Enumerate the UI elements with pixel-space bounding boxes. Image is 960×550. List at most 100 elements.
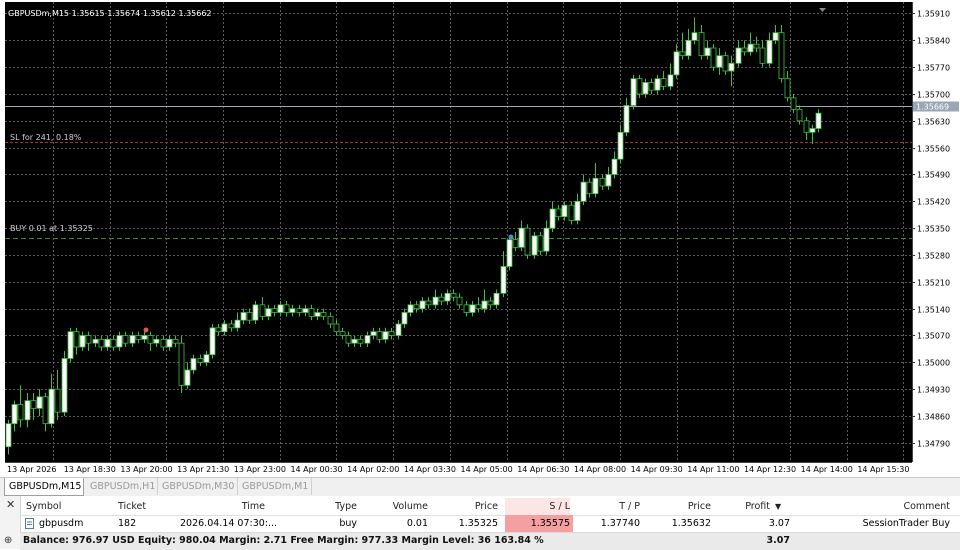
candle-body — [741, 47, 748, 53]
candle-body — [716, 55, 723, 68]
buy-label: BUY 0.01 at 1.35325 — [10, 224, 93, 233]
chart-tabs: GBPUSDm,M15 GBPUSDm,H1 GBPUSDm,M30 GBPUS… — [0, 477, 960, 497]
candle-body — [48, 388, 55, 425]
col-time[interactable]: Time — [170, 498, 265, 515]
candle-body — [376, 331, 383, 340]
cell-comment: SessionTrader Buy — [862, 518, 950, 529]
col-price[interactable]: Price — [440, 498, 498, 515]
x-tick-label: 13 Apr 18:30 — [64, 465, 116, 474]
cell-profit: 3.07 — [768, 518, 790, 529]
y-tick-label: 1.35210 — [917, 279, 950, 288]
candle-body — [85, 335, 92, 344]
chart-plot-area — [5, 2, 912, 462]
y-tick-label: 1.34930 — [917, 386, 950, 395]
y-tick-label: 1.35630 — [917, 118, 950, 127]
candle-body — [166, 338, 173, 348]
x-tick-label: 14 Apr 05:00 — [461, 465, 513, 474]
candle-body — [209, 327, 216, 356]
tab-gbpusdm-m1[interactable]: GBPUSDm,M1 — [238, 478, 312, 495]
price-chart[interactable]: 1.35910 1.35840 1.35770 1.35700 1.35630 1.355… — [0, 0, 960, 477]
cell-sl[interactable]: 1.35575 — [505, 515, 573, 532]
cell-tp[interactable]: 1.37740 — [575, 515, 640, 532]
candle-body — [481, 300, 488, 310]
chart-canvas[interactable]: 1.35910 1.35840 1.35770 1.35700 1.35630 1.355… — [0, 0, 960, 477]
position-row[interactable]: gbpusdm 182 2026.04.14 07:30:... buy 0.0… — [20, 515, 960, 532]
col-price-current[interactable]: Price — [645, 498, 711, 515]
candle-body — [555, 208, 562, 218]
candle-body — [679, 51, 686, 57]
candle-body — [728, 62, 735, 72]
col-tp[interactable]: T / P — [575, 498, 640, 515]
trade-marker — [143, 327, 149, 333]
col-ticket[interactable]: Ticket — [118, 498, 158, 515]
col-volume[interactable]: Volume — [370, 498, 428, 515]
col-profit[interactable]: Profit — [720, 498, 770, 515]
x-tick-label: 14 Apr 11:00 — [687, 465, 739, 474]
y-tick-label: 1.35280 — [917, 252, 950, 261]
candle-body — [265, 308, 272, 317]
candle-body — [654, 78, 661, 91]
candle-body — [240, 312, 247, 321]
candle-body — [283, 304, 290, 313]
candle-body — [419, 300, 426, 310]
cell-symbol: gbpusdm — [39, 518, 84, 529]
y-tick-label: 1.35490 — [917, 171, 950, 180]
candle-body — [487, 300, 494, 306]
cell-type: buy — [339, 518, 357, 529]
candle-body — [667, 74, 674, 87]
candle-body — [438, 296, 445, 302]
candle-body — [61, 358, 68, 413]
sl-label: SL for 241, 0.18% — [10, 133, 82, 142]
y-tick-label: 1.35770 — [917, 64, 950, 73]
candle-body — [673, 51, 680, 76]
terminal-panel: ✕ Symbol Ticket Time Type Volume Price S… — [0, 496, 960, 550]
col-sl[interactable]: S / L — [505, 498, 570, 515]
col-comment[interactable]: Comment — [880, 498, 950, 515]
candle-body — [401, 312, 408, 325]
candle-body — [592, 177, 599, 195]
candle-body — [370, 331, 377, 336]
cell-volume: 0.01 — [406, 518, 428, 529]
tab-gbpusdm-m30[interactable]: GBPUSDm,M30 — [158, 478, 238, 495]
candle-body — [122, 335, 129, 344]
terminal-header-row: Symbol Ticket Time Type Volume Price S /… — [20, 498, 960, 516]
candle-body — [469, 304, 476, 313]
candle-body — [815, 112, 822, 129]
candle-body — [642, 82, 649, 95]
candle-body — [475, 304, 482, 310]
candle-body — [395, 323, 402, 336]
x-tick-label: 14 Apr 15:30 — [857, 465, 909, 474]
y-tick-label: 1.35000 — [917, 359, 950, 368]
x-tick-label: 14 Apr 08:00 — [574, 465, 626, 474]
candle-body — [518, 227, 525, 248]
candle-body — [574, 200, 581, 221]
candle-body — [67, 331, 74, 359]
tab-gbpusdm-h1[interactable]: GBPUSDm,H1 — [86, 478, 158, 495]
candle-body — [172, 338, 179, 344]
candle-body — [11, 404, 18, 425]
col-symbol[interactable]: Symbol — [26, 498, 86, 515]
candle-body — [388, 331, 395, 336]
candle-body — [36, 396, 43, 409]
x-tick-label: 14 Apr 09:30 — [631, 465, 683, 474]
candle-body — [228, 323, 235, 329]
candle-body — [561, 204, 568, 218]
close-icon[interactable]: ✕ — [6, 498, 15, 511]
candle-body — [444, 292, 451, 302]
candle-body — [345, 335, 352, 344]
candle-body — [735, 47, 742, 64]
candle-body — [456, 296, 463, 306]
plus-circle-icon[interactable]: ⊕ — [4, 535, 12, 546]
candle-body — [623, 105, 630, 133]
candle-body — [698, 32, 705, 57]
candle-body — [796, 108, 803, 122]
y-tick-label: 1.35070 — [917, 332, 950, 341]
sort-desc-icon[interactable]: ▼ — [775, 498, 787, 515]
candle-body — [333, 323, 340, 333]
candle-body — [271, 308, 278, 313]
col-type[interactable]: Type — [300, 498, 357, 515]
summary-profit: 3.07 — [766, 535, 790, 546]
candle-body — [630, 78, 637, 106]
candle-body — [463, 304, 470, 313]
tab-gbpusdm-m15[interactable]: GBPUSDm,M15 — [4, 478, 84, 496]
